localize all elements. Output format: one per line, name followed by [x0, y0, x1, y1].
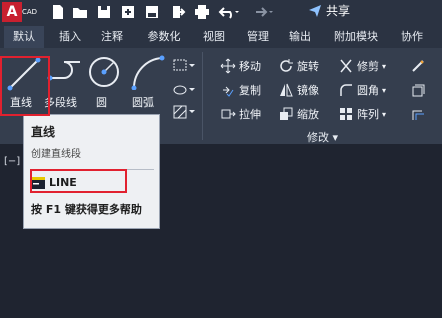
mirror-icon: [280, 83, 293, 97]
stretch-button[interactable]: 拉伸: [220, 106, 261, 122]
fillet-button[interactable]: 圆角 ▾: [338, 82, 386, 98]
tab-manage[interactable]: 管理: [238, 26, 278, 48]
trim-icon: [340, 59, 352, 73]
array-label: 阵列: [357, 108, 379, 121]
scale-icon: [280, 107, 293, 120]
copy-label: 复制: [239, 84, 261, 97]
app-logo-sub: CAD: [22, 8, 38, 16]
tab-collaborate[interactable]: 协作: [392, 26, 432, 48]
line-command-highlight: [30, 169, 127, 193]
tab-annotate[interactable]: 注释: [92, 26, 132, 48]
mirror-button[interactable]: 镜像: [278, 82, 319, 98]
move-button[interactable]: 移动: [220, 58, 261, 74]
save-as-icon[interactable]: [144, 4, 160, 20]
scale-button[interactable]: 缩放: [278, 106, 319, 122]
erase-icon[interactable]: [410, 58, 426, 74]
title-bar: A CAD 共享: [0, 0, 442, 26]
rectangle-icon[interactable]: [172, 58, 196, 74]
save-icon[interactable]: [96, 4, 112, 20]
app-logo[interactable]: A: [2, 2, 22, 22]
tab-parametric[interactable]: 参数化: [136, 26, 192, 48]
scale-label: 缩放: [297, 108, 319, 121]
new-file-icon[interactable]: [50, 4, 66, 20]
tab-addins[interactable]: 附加模块: [326, 26, 386, 48]
fillet-icon: [340, 84, 352, 96]
stretch-icon: [221, 109, 236, 119]
offset-icon[interactable]: [410, 106, 426, 122]
explode-icon[interactable]: [410, 82, 426, 98]
viewport-control[interactable]: [−]: [4, 156, 20, 167]
stretch-label: 拉伸: [239, 108, 261, 121]
copy-button[interactable]: 复制: [220, 82, 261, 98]
rotate-icon: [280, 59, 293, 72]
copy-icon: [223, 86, 234, 97]
print-icon[interactable]: [194, 4, 210, 20]
mirror-label: 镜像: [297, 84, 319, 97]
trim-label: 修剪: [357, 60, 379, 73]
hatch-icon[interactable]: [172, 104, 196, 120]
circle-icon[interactable]: [86, 54, 122, 90]
open-folder-icon[interactable]: [72, 4, 88, 20]
rotate-button[interactable]: 旋转: [278, 58, 319, 74]
modify-panel-title[interactable]: 修改 ▾: [307, 129, 338, 145]
tab-insert[interactable]: 插入: [50, 26, 90, 48]
trim-button[interactable]: 修剪 ▾: [338, 58, 386, 74]
share-button[interactable]: 共享: [308, 2, 350, 19]
undo-icon[interactable]: [218, 4, 240, 20]
move-icon: [220, 58, 236, 74]
array-button[interactable]: 阵列 ▾: [338, 106, 386, 122]
tab-output[interactable]: 输出: [280, 26, 320, 48]
tooltip-title: 直线: [31, 125, 56, 139]
save-web-icon[interactable]: [120, 4, 136, 20]
arc-icon[interactable]: [130, 54, 166, 90]
move-label: 移动: [239, 60, 261, 73]
rotate-label: 旋转: [297, 60, 319, 73]
redo-icon[interactable]: [252, 4, 274, 20]
arc-label[interactable]: 圆弧: [132, 94, 154, 110]
panel-separator: [202, 52, 203, 140]
fillet-dropdown-icon[interactable]: ▾: [382, 86, 386, 95]
share-label: 共享: [326, 4, 351, 18]
send-icon: [309, 4, 321, 17]
array-dropdown-icon[interactable]: ▾: [382, 110, 386, 119]
circle-label[interactable]: 圆: [96, 94, 107, 110]
fillet-label: 圆角: [357, 84, 379, 97]
tooltip-description: 创建直线段: [31, 149, 81, 160]
tooltip-help: 按 F1 键获得更多帮助: [31, 203, 142, 216]
ribbon-tabs: 默认 插入 注释 参数化 视图 管理 输出 附加模块 协作: [0, 26, 442, 49]
open-from-web-icon[interactable]: [170, 4, 186, 20]
tab-view[interactable]: 视图: [194, 26, 234, 48]
polyline-icon[interactable]: [46, 56, 86, 92]
ellipse-icon[interactable]: [172, 82, 196, 98]
tab-default[interactable]: 默认: [4, 26, 44, 49]
trim-dropdown-icon[interactable]: ▾: [382, 62, 386, 71]
line-tool-highlight: [0, 56, 50, 116]
array-icon: [340, 108, 352, 120]
